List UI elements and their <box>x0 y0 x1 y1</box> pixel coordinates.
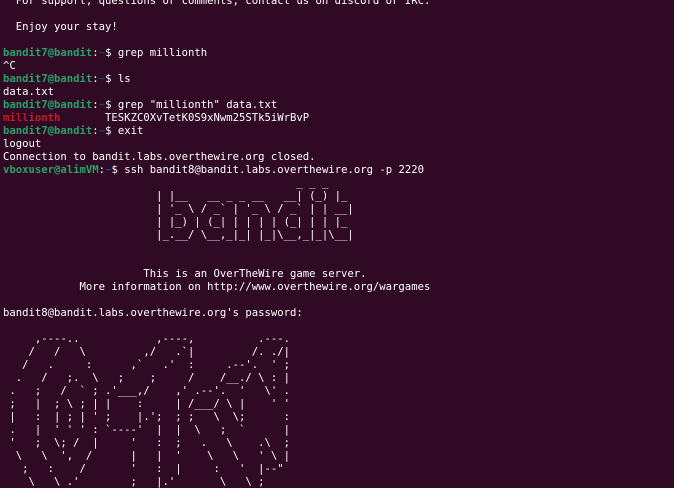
terminal-line: data.txt <box>3 86 55 98</box>
terminal-line: . ; / ` ; .'___,/ ,' .--'. ' \' . <box>3 385 291 397</box>
terminal-line: ,----.. ,----, .---. <box>3 333 291 345</box>
terminal-line: More information on http://www.overthewi… <box>3 281 431 293</box>
terminal-line: . | ' ' ' : `----' | | \ ; ` | <box>3 424 291 436</box>
terminal-line: \ \ ', / | | ' \ \ ' \ | <box>3 450 291 462</box>
terminal-line: For support, questions or comments, cont… <box>3 0 431 7</box>
prompt-line: bandit7@bandit:~$ grep millionth <box>3 47 430 60</box>
terminal-line: Enjoy your stay! <box>3 21 118 33</box>
command-text: grep millionth <box>111 47 208 59</box>
command-text: ls <box>111 73 131 85</box>
terminal-line: _ _ _ <box>3 177 348 189</box>
grep-result-line: millionth TESKZC0XvTetK0S9xNwm25STk5iWrB… <box>3 112 430 125</box>
grep-result-value: TESKZC0XvTetK0S9xNwm25STk5iWrBvP <box>60 112 310 124</box>
terminal-line: | |_) | (_| | | | | (_| | | |_ <box>3 216 354 228</box>
terminal-line: ^C <box>3 60 16 72</box>
terminal-line: | |__ __ _ _ __ __| (_) |_ <box>3 190 354 202</box>
command-text: grep "millionth" data.txt <box>111 99 278 111</box>
prompt-user: vboxuser@alimVM <box>3 164 99 176</box>
terminal-line: \ \ .' ; |.' \ \ ; <box>3 476 265 488</box>
prompt-line: bandit7@bandit:~$ ls <box>3 73 430 86</box>
terminal-line: | '_ \ / _` | '_ \ / _` | | __| <box>3 203 354 215</box>
prompt-user: bandit7@bandit <box>3 125 93 137</box>
prompt-user: bandit7@bandit <box>3 47 93 59</box>
terminal-line: ; | ; \ ; | | : | /___/ \ | ' ' <box>3 398 291 410</box>
terminal-line: bandit8@bandit.labs.overthewire.org's pa… <box>3 307 303 319</box>
terminal-line: Connection to bandit.labs.overthewire.or… <box>3 151 316 163</box>
terminal-line: / / \ ,/ .`| /. ./| <box>3 346 291 358</box>
terminal-line: ' ; \; / | ' : ; . \ .\ ; <box>3 437 291 449</box>
terminal-window[interactable]: For support, questions or comments, cont… <box>0 0 674 488</box>
grep-match: millionth <box>3 112 61 124</box>
terminal-line: | : | ; | ' ; |.'; ; ; \ \; : <box>3 411 291 423</box>
prompt-user: bandit7@bandit <box>3 99 93 111</box>
prompt-user: bandit7@bandit <box>3 73 93 85</box>
command-text: exit <box>111 125 144 137</box>
terminal-line: ; : / ' : | : ' |--" <box>3 463 284 475</box>
prompt-line: bandit7@bandit:~$ exit <box>3 125 430 138</box>
terminal-line: / . : ,` .' : .--'. ' ; <box>3 359 291 371</box>
prompt-line: bandit7@bandit:~$ grep "millionth" data.… <box>3 99 430 112</box>
terminal-line: This is an OverTheWire game server. <box>3 268 367 280</box>
terminal-line: . / ;. \ ; ; / /__./ \ : | <box>3 372 291 384</box>
command-text: ssh bandit8@bandit.labs.overthewire.org … <box>117 164 424 176</box>
terminal-line: |_.__/ \__,_|_| |_|\__,_|_|\__| <box>3 229 354 241</box>
prompt-line: vboxuser@alimVM:~$ ssh bandit8@bandit.la… <box>3 164 430 177</box>
terminal-line: logout <box>3 138 42 150</box>
terminal-output: For support, questions or comments, cont… <box>3 0 430 488</box>
